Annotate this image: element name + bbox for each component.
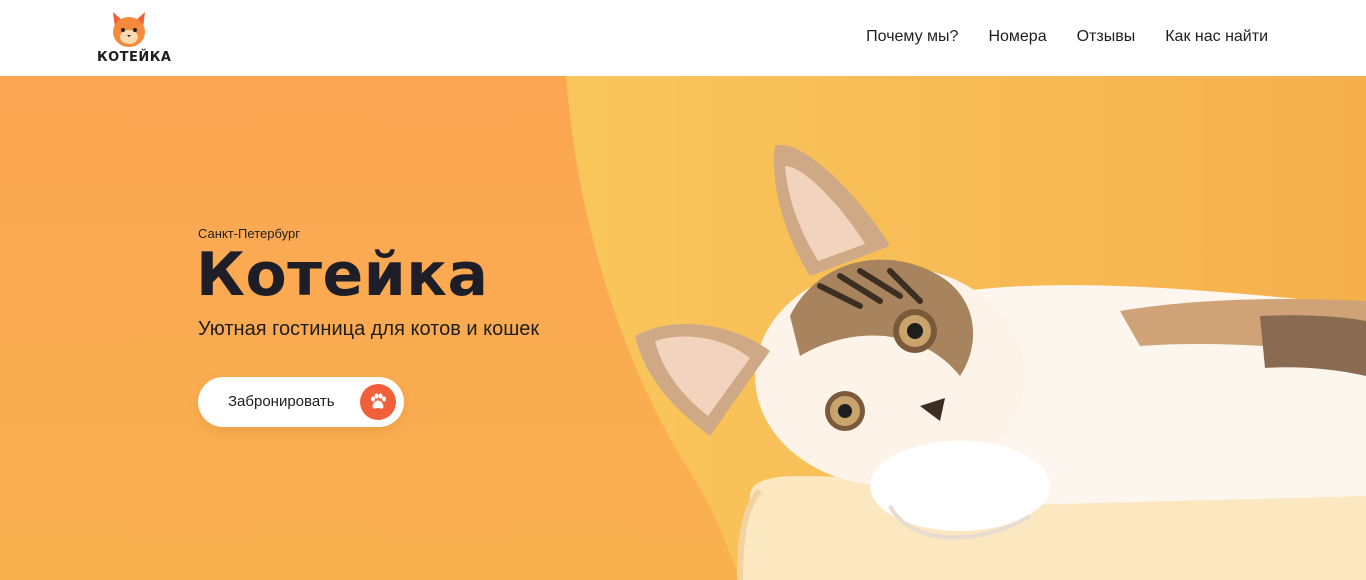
nav-item-reviews[interactable]: Отзывы [1077,28,1136,46]
cat-photo [635,144,1366,580]
book-button-label: Забронировать [228,393,335,410]
cat-head-logo-icon [113,12,145,47]
hero-section: Санкт-Петербург Котейка Уютная гостиница… [0,76,1366,580]
logo-text: КОТЕЙКА [97,50,172,65]
book-button[interactable]: Забронировать [198,377,404,427]
hero-subtitle: Уютная гостиница для котов и кошек [198,318,540,340]
nav-item-why-us[interactable]: Почему мы? [866,28,958,46]
hero-title: Котейка [196,240,489,310]
site-header: КОТЕЙКА Почему мы? Номера Отзывы Как нас… [0,0,1366,76]
nav-item-rooms[interactable]: Номера [988,28,1046,46]
main-nav: Почему мы? Номера Отзывы Как нас найти [866,28,1268,46]
nav-item-contacts[interactable]: Как нас найти [1165,28,1268,46]
logo[interactable]: КОТЕЙКА [97,10,172,68]
paw-icon [360,384,396,420]
hero-city: Санкт-Петербург [198,226,300,241]
